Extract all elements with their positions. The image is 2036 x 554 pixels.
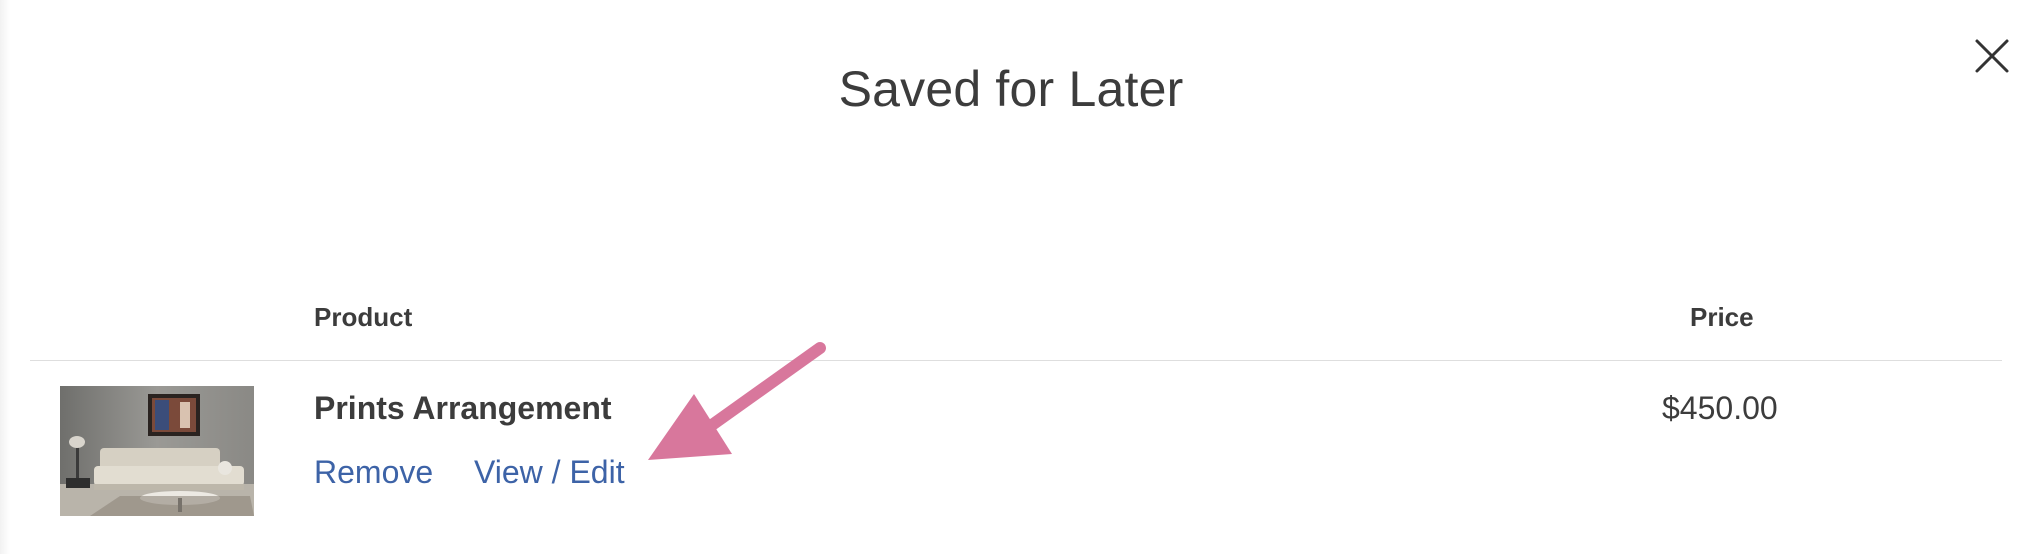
saved-for-later-modal: Saved for Later Product Price Prints Arr… (0, 0, 2036, 554)
column-header-product: Product (314, 302, 413, 332)
close-icon (1975, 39, 2009, 73)
product-thumbnail[interactable] (60, 386, 254, 516)
product-thumbnail-image (60, 386, 254, 516)
remove-link[interactable]: Remove (314, 454, 433, 491)
close-button[interactable] (1974, 38, 2010, 74)
view-edit-link[interactable]: View / Edit (474, 454, 625, 491)
pointer-arrow-icon (648, 342, 826, 460)
table-divider (30, 360, 2002, 361)
product-price: $450.00 (1662, 390, 1778, 426)
product-name[interactable]: Prints Arrangement (314, 390, 612, 427)
column-header-price: Price (1690, 302, 1754, 332)
modal-title: Saved for Later (838, 61, 1184, 117)
